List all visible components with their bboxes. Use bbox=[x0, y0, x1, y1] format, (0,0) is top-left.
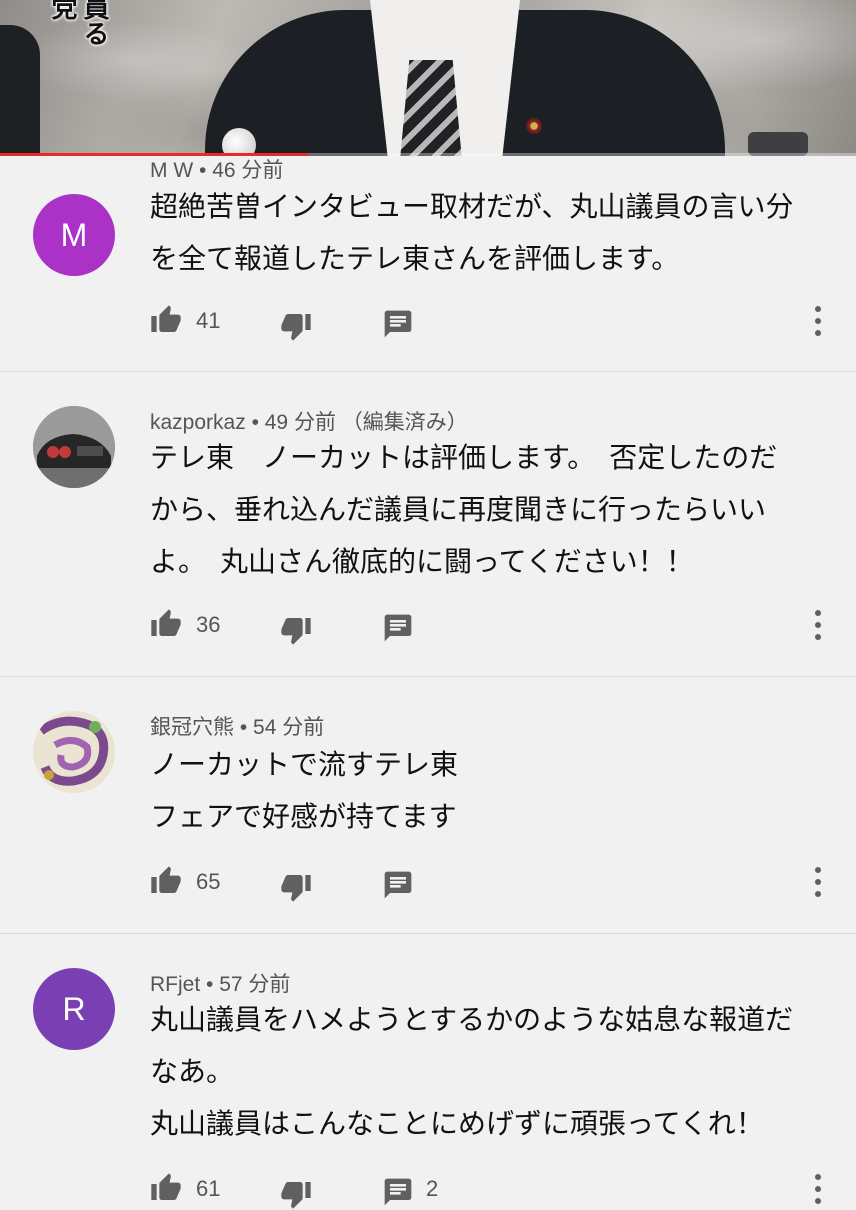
comment-icon[interactable] bbox=[382, 869, 414, 901]
comment-line: から、垂れ込んだ議員に再度聞きに行ったらいい bbox=[150, 493, 767, 526]
thumb-up-icon[interactable] bbox=[150, 304, 182, 336]
comment-line: 丸山議員をハメようとするかのような姑息な報道だ bbox=[150, 1003, 794, 1036]
like-count: 36 bbox=[196, 612, 221, 637]
comment-icon[interactable] bbox=[382, 612, 414, 644]
comment-line: フェアで好感が持てます bbox=[150, 800, 457, 833]
car-photo-avatar bbox=[33, 406, 115, 488]
comment-edited: （編集済み） bbox=[341, 411, 468, 434]
comment-actions: 36 bbox=[150, 608, 840, 645]
more-vert-icon[interactable] bbox=[808, 608, 828, 642]
comment-time: 49 分前 bbox=[264, 411, 336, 434]
video-person-tie bbox=[400, 60, 462, 156]
more-vert-icon[interactable] bbox=[808, 865, 828, 899]
more-vert-icon[interactable] bbox=[808, 1172, 828, 1206]
thumb-down-icon[interactable] bbox=[280, 1178, 312, 1210]
comment-line: 超絶苦曽インタビュー取材だが、丸山議員の言い分 bbox=[150, 190, 794, 223]
avatar-letter: R bbox=[62, 990, 86, 1027]
comment-actions: 61 2 bbox=[150, 1172, 840, 1209]
avatar[interactable] bbox=[33, 406, 115, 488]
comment-text: テレ東 ノーカットは評価します。 否定したのだ から、垂れ込んだ議員に再度聞きに… bbox=[150, 432, 840, 588]
comment-line: ノーカットで流すテレ東 bbox=[150, 748, 459, 781]
comment-item: 銀冠穴熊 • 54 分前 ノーカットで流すテレ東 フェアで好感が持てます 65 bbox=[0, 677, 856, 933]
comment-meta: M W • 46 分前 bbox=[150, 154, 283, 184]
like-count: 41 bbox=[196, 308, 221, 333]
comment-meta: 銀冠穴熊 • 54 分前 bbox=[150, 711, 324, 741]
comment-line: テレ東 ノーカットは評価します。 否定したのだ bbox=[150, 441, 778, 474]
like-count: 65 bbox=[196, 869, 221, 894]
comment-icon[interactable] bbox=[382, 308, 414, 340]
video-microphone bbox=[222, 128, 256, 156]
meta-separator: • bbox=[239, 716, 254, 739]
more-vert-icon[interactable] bbox=[808, 304, 828, 338]
comment-icon[interactable] bbox=[382, 1176, 414, 1208]
avatar-letter: M bbox=[60, 216, 88, 253]
video-caption-text: 員る党 bbox=[47, 0, 109, 46]
comment-text: 超絶苦曽インタビュー取材だが、丸山議員の言い分 を全て報道したテレ東さんを評価し… bbox=[150, 181, 840, 285]
comment-time: 54 分前 bbox=[253, 716, 325, 739]
comment-time: 46 分前 bbox=[212, 159, 284, 182]
comment-item: M M W • 46 分前 超絶苦曽インタビュー取材だが、丸山議員の言い分 を全… bbox=[0, 156, 856, 372]
comment-line: よ。 丸山さん徹底的に闘ってください！！ bbox=[150, 545, 694, 578]
like-count: 61 bbox=[196, 1176, 221, 1201]
comment-author[interactable]: 銀冠穴熊 bbox=[150, 716, 234, 739]
thumb-down-icon[interactable] bbox=[280, 871, 312, 903]
comment-line: を全て報道したテレ東さんを評価します。 bbox=[150, 242, 680, 275]
video-person-left bbox=[0, 25, 40, 156]
comment-author[interactable]: kazporkaz bbox=[150, 411, 246, 434]
thumb-up-icon[interactable] bbox=[150, 865, 182, 897]
comment-time: 57 分前 bbox=[219, 973, 291, 996]
comment-text: 丸山議員をハメようとするかのような姑息な報道だ なあ。 丸山議員はこんなことにめ… bbox=[150, 994, 840, 1150]
comment-line: なあ。 bbox=[150, 1055, 235, 1088]
dragon-illustration-avatar bbox=[33, 711, 115, 793]
comment-line: 丸山議員はこんなことにめげずに頑張ってくれ！ bbox=[150, 1107, 764, 1140]
avatar[interactable]: M bbox=[33, 194, 115, 276]
thumb-down-icon[interactable] bbox=[280, 614, 312, 646]
comment-actions: 65 bbox=[150, 865, 840, 902]
comment-item: R RFjet • 57 分前 丸山議員をハメようとするかのような姑息な報道だ … bbox=[0, 934, 856, 1209]
meta-separator: • bbox=[199, 159, 213, 182]
comment-item: kazporkaz • 49 分前 （編集済み） テレ東 ノーカットは評価します… bbox=[0, 372, 856, 676]
comment-author[interactable]: M W bbox=[150, 159, 193, 182]
thumb-down-icon[interactable] bbox=[280, 310, 312, 342]
thumb-up-icon[interactable] bbox=[150, 608, 182, 640]
thumb-up-icon[interactable] bbox=[150, 1172, 182, 1204]
meta-separator: • bbox=[206, 973, 220, 996]
reply-count: 2 bbox=[426, 1176, 439, 1201]
video-player[interactable]: 員る党 bbox=[0, 0, 856, 156]
comment-actions: 41 bbox=[150, 304, 840, 341]
video-lapel-pin bbox=[526, 118, 542, 134]
comment-author[interactable]: RFjet bbox=[150, 973, 200, 996]
avatar[interactable] bbox=[33, 711, 115, 793]
comment-text: ノーカットで流すテレ東 フェアで好感が持てます bbox=[150, 739, 840, 843]
meta-separator: • bbox=[251, 411, 265, 434]
avatar[interactable]: R bbox=[33, 968, 115, 1050]
